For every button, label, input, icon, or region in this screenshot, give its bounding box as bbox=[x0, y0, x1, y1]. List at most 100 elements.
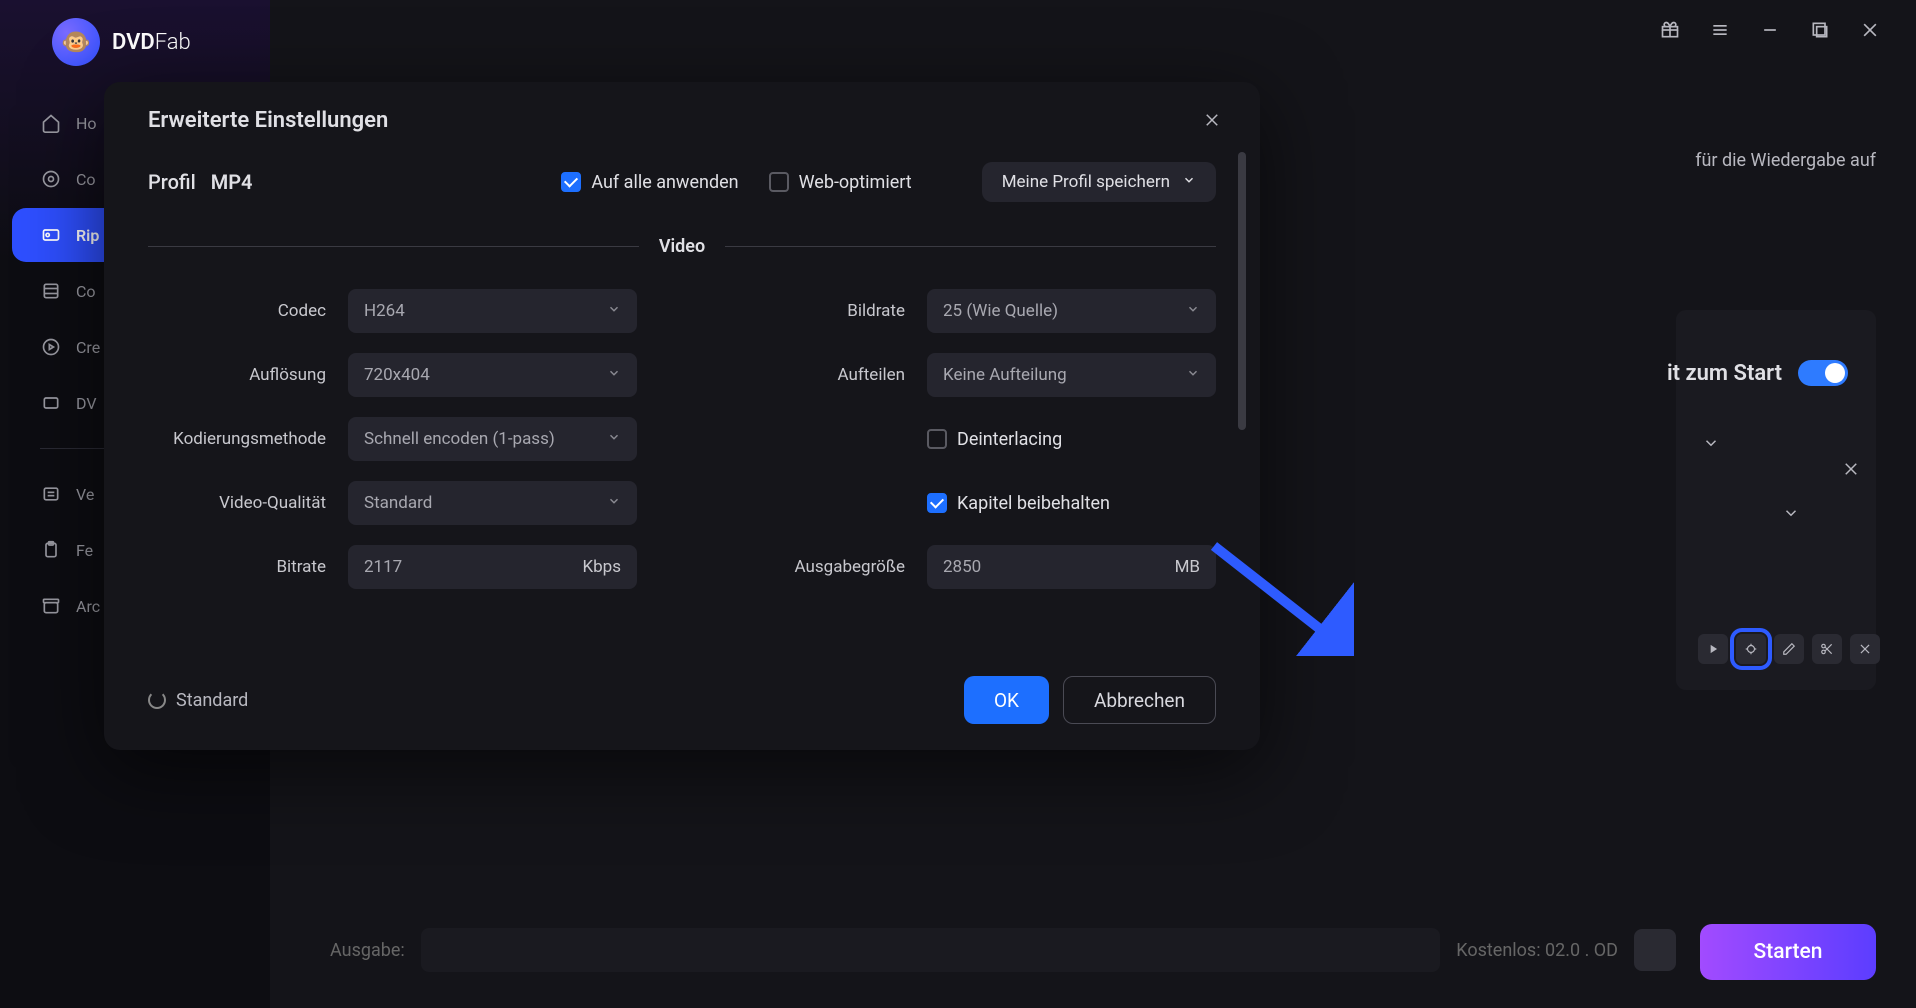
maximize-icon[interactable] bbox=[1808, 18, 1832, 42]
row-ausgabegroesse: Ausgabegröße 2850 MB bbox=[727, 545, 1216, 589]
bildrate-value: 25 (Wie Quelle) bbox=[943, 301, 1058, 321]
reset-standard-button[interactable]: Standard bbox=[148, 690, 248, 711]
row-kapitel: Kapitel beibehalten bbox=[727, 481, 1216, 525]
chevron-down-icon bbox=[1186, 301, 1200, 321]
output-row: Ausgabe: Kostenlos: 02.0 . OD bbox=[330, 926, 1676, 974]
ausgabegroesse-value: 2850 bbox=[943, 557, 981, 577]
modal-footer: Standard OK Abbrechen bbox=[104, 658, 1260, 750]
row-codec: Codec H264 bbox=[148, 289, 637, 333]
row-deinterlacing: Deinterlacing bbox=[727, 417, 1216, 461]
kapitel-checkbox[interactable]: Kapitel beibehalten bbox=[927, 493, 1110, 514]
ok-button[interactable]: OK bbox=[964, 676, 1049, 724]
sidebar-item-label: Arc bbox=[76, 597, 100, 616]
track-settings-button[interactable] bbox=[1736, 634, 1766, 664]
menu-icon[interactable] bbox=[1708, 18, 1732, 42]
close-window-icon[interactable] bbox=[1858, 18, 1882, 42]
deinterlacing-label: Deinterlacing bbox=[957, 429, 1062, 450]
codec-dropdown[interactable]: H264 bbox=[348, 289, 637, 333]
modal-close-icon[interactable] bbox=[1198, 106, 1226, 134]
bildrate-dropdown[interactable]: 25 (Wie Quelle) bbox=[927, 289, 1216, 333]
clipboard-icon bbox=[40, 539, 62, 561]
web-optimized-checkbox[interactable]: Web-optimiert bbox=[769, 172, 912, 193]
section-divider: Video bbox=[104, 222, 1260, 267]
checkbox-icon bbox=[769, 172, 789, 192]
row-aufloesung: Auflösung 720x404 bbox=[148, 353, 637, 397]
track-edit-button[interactable] bbox=[1774, 634, 1804, 664]
sidebar-item-label: Co bbox=[76, 170, 96, 189]
sidebar-item-label: DV bbox=[76, 394, 97, 413]
disc-icon bbox=[40, 168, 62, 190]
videoqualitaet-label: Video-Qualität bbox=[148, 493, 348, 513]
chevron-down-icon bbox=[1186, 365, 1200, 385]
start-button-label: Starten bbox=[1754, 940, 1823, 964]
minimize-icon[interactable] bbox=[1758, 18, 1782, 42]
track-remove-button[interactable] bbox=[1850, 634, 1880, 664]
kapitel-label: Kapitel beibehalten bbox=[957, 493, 1110, 514]
aufloesung-label: Auflösung bbox=[148, 365, 348, 385]
profile-display: Profil MP4 bbox=[148, 170, 252, 194]
aufteilen-dropdown[interactable]: Keine Aufteilung bbox=[927, 353, 1216, 397]
home-icon bbox=[40, 112, 62, 134]
deinterlacing-checkbox[interactable]: Deinterlacing bbox=[927, 429, 1062, 450]
start-button[interactable]: Starten bbox=[1700, 924, 1876, 980]
cancel-button[interactable]: Abbrechen bbox=[1063, 676, 1216, 724]
queue-toggle[interactable] bbox=[1798, 360, 1848, 386]
chevron-down-icon bbox=[607, 365, 621, 385]
apply-all-checkbox[interactable]: Auf alle anwenden bbox=[561, 172, 738, 193]
sidebar-item-label: Ho bbox=[76, 114, 97, 133]
ok-label: OK bbox=[994, 689, 1019, 712]
modal-title: Erweiterte Einstellungen bbox=[148, 108, 388, 133]
chevron-down-icon bbox=[607, 429, 621, 449]
codec-value: H264 bbox=[364, 301, 405, 321]
track-cut-button[interactable] bbox=[1812, 634, 1842, 664]
divider-line bbox=[725, 246, 1216, 247]
save-profile-dropdown[interactable]: Meine Profil speichern bbox=[982, 162, 1216, 202]
queue-title: it zum Start bbox=[1667, 361, 1782, 386]
brand-logo-icon: 🐵 bbox=[52, 18, 100, 66]
brand-name-thin: Fab bbox=[155, 30, 191, 55]
aufloesung-dropdown[interactable]: 720x404 bbox=[348, 353, 637, 397]
checkbox-icon bbox=[927, 493, 947, 513]
queue-close-icon[interactable] bbox=[1842, 460, 1860, 482]
creator-icon bbox=[40, 336, 62, 358]
archive-icon bbox=[40, 595, 62, 617]
film-icon bbox=[40, 280, 62, 302]
videoqualitaet-dropdown[interactable]: Standard bbox=[348, 481, 637, 525]
bildrate-label: Bildrate bbox=[727, 301, 927, 321]
chevron-down-icon[interactable] bbox=[1782, 504, 1800, 526]
row-bildrate: Bildrate 25 (Wie Quelle) bbox=[727, 289, 1216, 333]
profile-value: MP4 bbox=[211, 170, 253, 194]
save-profile-label: Meine Profil speichern bbox=[1002, 172, 1170, 192]
reset-label: Standard bbox=[176, 690, 248, 711]
list-icon bbox=[40, 483, 62, 505]
output-label: Ausgabe: bbox=[330, 940, 405, 961]
gift-icon[interactable] bbox=[1658, 18, 1682, 42]
queue-header: it zum Start bbox=[1667, 360, 1848, 386]
sidebar-item-label: Ve bbox=[76, 485, 94, 504]
apply-all-label: Auf alle anwenden bbox=[591, 172, 738, 193]
row-videoqualitaet: Video-Qualität Standard bbox=[148, 481, 637, 525]
brand-name-bold: DVD bbox=[112, 30, 155, 55]
web-optimized-label: Web-optimiert bbox=[799, 172, 912, 193]
chevron-down-icon[interactable] bbox=[1702, 434, 1720, 456]
bitrate-field[interactable]: 2117 Kbps bbox=[348, 545, 637, 589]
main-description-text: für die Wiedergabe auf bbox=[1695, 150, 1876, 171]
chevron-down-icon bbox=[607, 301, 621, 321]
ausgabegroesse-unit: MB bbox=[1175, 557, 1200, 577]
track-play-button[interactable] bbox=[1698, 634, 1728, 664]
kodierung-label: Kodierungsmethode bbox=[148, 429, 348, 449]
section-label: Video bbox=[659, 236, 705, 257]
kodierung-value: Schnell encoden (1-pass) bbox=[364, 429, 555, 449]
aufloesung-value: 720x404 bbox=[364, 365, 430, 385]
output-path-field[interactable] bbox=[421, 928, 1441, 972]
profile-label: Profil bbox=[148, 170, 196, 194]
output-browse-button[interactable] bbox=[1634, 929, 1676, 971]
bitrate-unit: Kbps bbox=[582, 557, 621, 577]
sidebar-item-label: Rip bbox=[76, 226, 99, 245]
checkbox-icon bbox=[927, 429, 947, 449]
divider-line bbox=[148, 246, 639, 247]
kodierung-dropdown[interactable]: Schnell encoden (1-pass) bbox=[348, 417, 637, 461]
sidebar-item-label: Fe bbox=[76, 541, 93, 560]
ausgabegroesse-field[interactable]: 2850 MB bbox=[927, 545, 1216, 589]
sidebar-item-label: Co bbox=[76, 282, 96, 301]
